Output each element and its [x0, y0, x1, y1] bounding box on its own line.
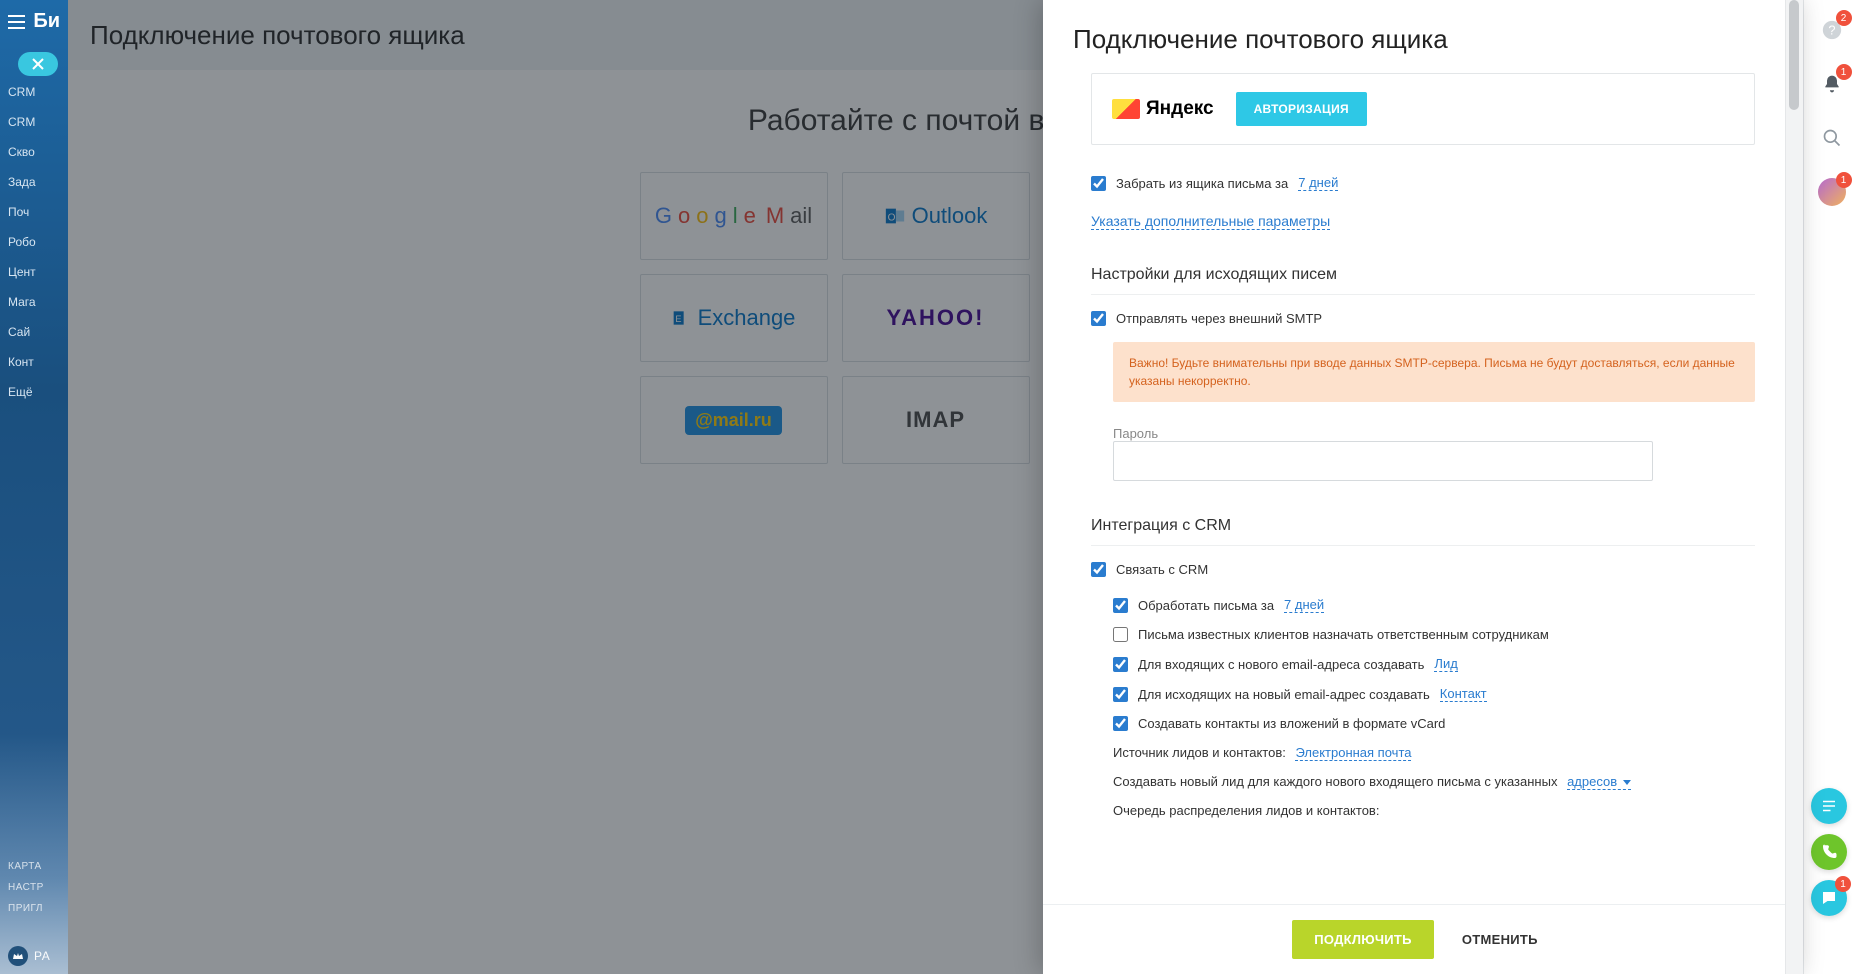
- authorize-button[interactable]: АВТОРИЗАЦИЯ: [1236, 92, 1367, 126]
- fetch-checkbox[interactable]: [1091, 176, 1106, 191]
- crm-outgoing-row: Для исходящих на новый email-адрес созда…: [1113, 686, 1755, 702]
- brand-text: Би: [33, 10, 60, 33]
- crm-outgoing-select[interactable]: Контакт: [1440, 686, 1487, 702]
- crm-process-period-select[interactable]: 7 дней: [1284, 597, 1324, 613]
- panel-scrollbar[interactable]: [1785, 0, 1803, 974]
- nav-item[interactable]: Скво: [0, 137, 68, 167]
- help-badge: 2: [1836, 10, 1852, 26]
- nav-item[interactable]: Сай: [0, 317, 68, 347]
- fetch-period-select[interactable]: 7 дней: [1298, 175, 1338, 191]
- panel-scrollthumb[interactable]: [1789, 0, 1799, 110]
- fetch-label: Забрать из ящика письма за: [1116, 176, 1288, 191]
- password-input[interactable]: [1113, 441, 1653, 481]
- nav-items: CRM CRM Скво Зада Поч Робо Цент Мага Сай…: [0, 43, 68, 407]
- crm-incoming-select[interactable]: Лид: [1434, 656, 1457, 672]
- provider-gmail[interactable]: Google Mail: [640, 172, 828, 260]
- provider-outlook[interactable]: OOutlook: [842, 172, 1030, 260]
- panel-footer: ПОДКЛЮЧИТЬ ОТМЕНИТЬ: [1043, 904, 1803, 974]
- crm-vcard-label: Создавать контакты из вложений в формате…: [1138, 716, 1445, 731]
- crm-newlead-label: Создавать новый лид для каждого нового в…: [1113, 774, 1557, 789]
- crm-incoming-checkbox[interactable]: [1113, 657, 1128, 672]
- right-sidebar: ? 2 1 1 1: [1803, 0, 1859, 974]
- nav-item[interactable]: Ещё: [0, 377, 68, 407]
- provider-box: Яндекс АВТОРИЗАЦИЯ: [1091, 73, 1755, 145]
- crm-vcard-row: Создавать контакты из вложений в формате…: [1113, 716, 1755, 731]
- avatar[interactable]: 1: [1818, 178, 1846, 206]
- crm-options: Обработать письма за 7 дней Письма извес…: [1091, 597, 1755, 818]
- crm-known-checkbox[interactable]: [1113, 627, 1128, 642]
- avatar-badge: 1: [1836, 172, 1852, 188]
- nav-item[interactable]: CRM: [0, 107, 68, 137]
- float-chat-icon[interactable]: 1: [1811, 880, 1847, 916]
- crm-outgoing-label: Для исходящих на новый email-адрес созда…: [1138, 687, 1430, 702]
- float-lines-icon[interactable]: [1811, 788, 1847, 824]
- envelope-icon: [1112, 99, 1140, 119]
- bell-badge: 1: [1836, 64, 1852, 80]
- float-phone-icon[interactable]: [1811, 834, 1847, 870]
- smtp-row: Отправлять через внешний SMTP: [1091, 311, 1755, 326]
- nav-item[interactable]: Цент: [0, 257, 68, 287]
- cancel-button[interactable]: ОТМЕНИТЬ: [1446, 920, 1554, 959]
- crm-link-row: Связать с CRM: [1091, 562, 1755, 577]
- left-navigation: Би CRM CRM Скво Зада Поч Робо Цент Мага …: [0, 0, 68, 974]
- crm-newlead-select[interactable]: адресов: [1567, 774, 1631, 790]
- crm-incoming-label: Для входящих с нового email-адреса созда…: [1138, 657, 1424, 672]
- provider-mailru[interactable]: @mail.ru: [640, 376, 828, 464]
- help-icon[interactable]: ? 2: [1818, 16, 1846, 44]
- crm-queue-label: Очередь распределения лидов и контактов:: [1113, 803, 1379, 818]
- panel-title: Подключение почтового ящика: [1043, 0, 1803, 63]
- crm-queue-row: Очередь распределения лидов и контактов:: [1113, 803, 1755, 818]
- crm-known-row: Письма известных клиентов назначать отве…: [1113, 627, 1755, 642]
- crm-known-label: Письма известных клиентов назначать отве…: [1138, 627, 1549, 642]
- crm-section-title: Интеграция с CRM: [1091, 517, 1755, 546]
- nav-sub-item[interactable]: ПРИГЛ: [8, 903, 60, 914]
- crm-newlead-row: Создавать новый лид для каждого нового в…: [1113, 774, 1755, 789]
- smtp-checkbox[interactable]: [1091, 311, 1106, 326]
- menu-icon[interactable]: [8, 15, 25, 29]
- fetch-row: Забрать из ящика письма за 7 дней: [1091, 175, 1755, 191]
- search-icon[interactable]: [1818, 124, 1846, 152]
- smtp-warning: Важно! Будьте внимательны при вводе данн…: [1113, 342, 1755, 402]
- provider-imap[interactable]: IMAP: [842, 376, 1030, 464]
- nav-item[interactable]: Мага: [0, 287, 68, 317]
- svg-text:?: ?: [1828, 23, 1835, 38]
- crm-source-select[interactable]: Электронная почта: [1295, 745, 1411, 761]
- chat-badge: 1: [1835, 876, 1851, 892]
- outgoing-section-title: Настройки для исходящих писем: [1091, 266, 1755, 295]
- crm-source-label: Источник лидов и контактов:: [1113, 745, 1286, 760]
- smtp-label: Отправлять через внешний SMTP: [1116, 311, 1322, 326]
- crm-process-label: Обработать письма за: [1138, 598, 1274, 613]
- nav-sub-item[interactable]: КАРТА: [8, 861, 60, 872]
- crm-source-row: Источник лидов и контактов: Электронная …: [1113, 745, 1755, 760]
- crm-link-checkbox[interactable]: [1091, 562, 1106, 577]
- connect-button[interactable]: ПОДКЛЮЧИТЬ: [1292, 920, 1434, 959]
- crm-process-checkbox[interactable]: [1113, 598, 1128, 613]
- password-label: Пароль: [1113, 426, 1755, 441]
- center-title: Подключение почтового ящика: [90, 20, 465, 51]
- brand-row: Би: [0, 0, 68, 43]
- advanced-params-link[interactable]: Указать дополнительные параметры: [1091, 213, 1330, 230]
- crm-process-row: Обработать письма за 7 дней: [1113, 597, 1755, 613]
- crm-incoming-row: Для входящих с нового email-адреса созда…: [1113, 656, 1755, 672]
- crm-outgoing-checkbox[interactable]: [1113, 687, 1128, 702]
- nav-item[interactable]: Робо: [0, 227, 68, 257]
- nav-upgrade[interactable]: РА: [8, 946, 60, 966]
- nav-sub: КАРТА НАСТР ПРИГЛ РА: [0, 853, 68, 974]
- nav-item[interactable]: Конт: [0, 347, 68, 377]
- provider-exchange[interactable]: EExchange: [640, 274, 828, 362]
- nav-item[interactable]: Зада: [0, 167, 68, 197]
- panel-body: Яндекс АВТОРИЗАЦИЯ Забрать из ящика пись…: [1043, 63, 1803, 904]
- nav-sub-item[interactable]: НАСТР: [8, 882, 60, 893]
- nav-item[interactable]: CRM: [0, 71, 68, 107]
- crm-link-label: Связать с CRM: [1116, 562, 1208, 577]
- settings-panel: Подключение почтового ящика Яндекс АВТОР…: [1043, 0, 1803, 974]
- crown-icon: [8, 946, 28, 966]
- provider-yahoo[interactable]: YAHOO!: [842, 274, 1030, 362]
- svg-text:O: O: [887, 213, 895, 224]
- svg-text:E: E: [675, 314, 681, 324]
- nav-item[interactable]: Поч: [0, 197, 68, 227]
- crm-vcard-checkbox[interactable]: [1113, 716, 1128, 731]
- yandex-logo: Яндекс: [1112, 98, 1214, 120]
- bell-icon[interactable]: 1: [1818, 70, 1846, 98]
